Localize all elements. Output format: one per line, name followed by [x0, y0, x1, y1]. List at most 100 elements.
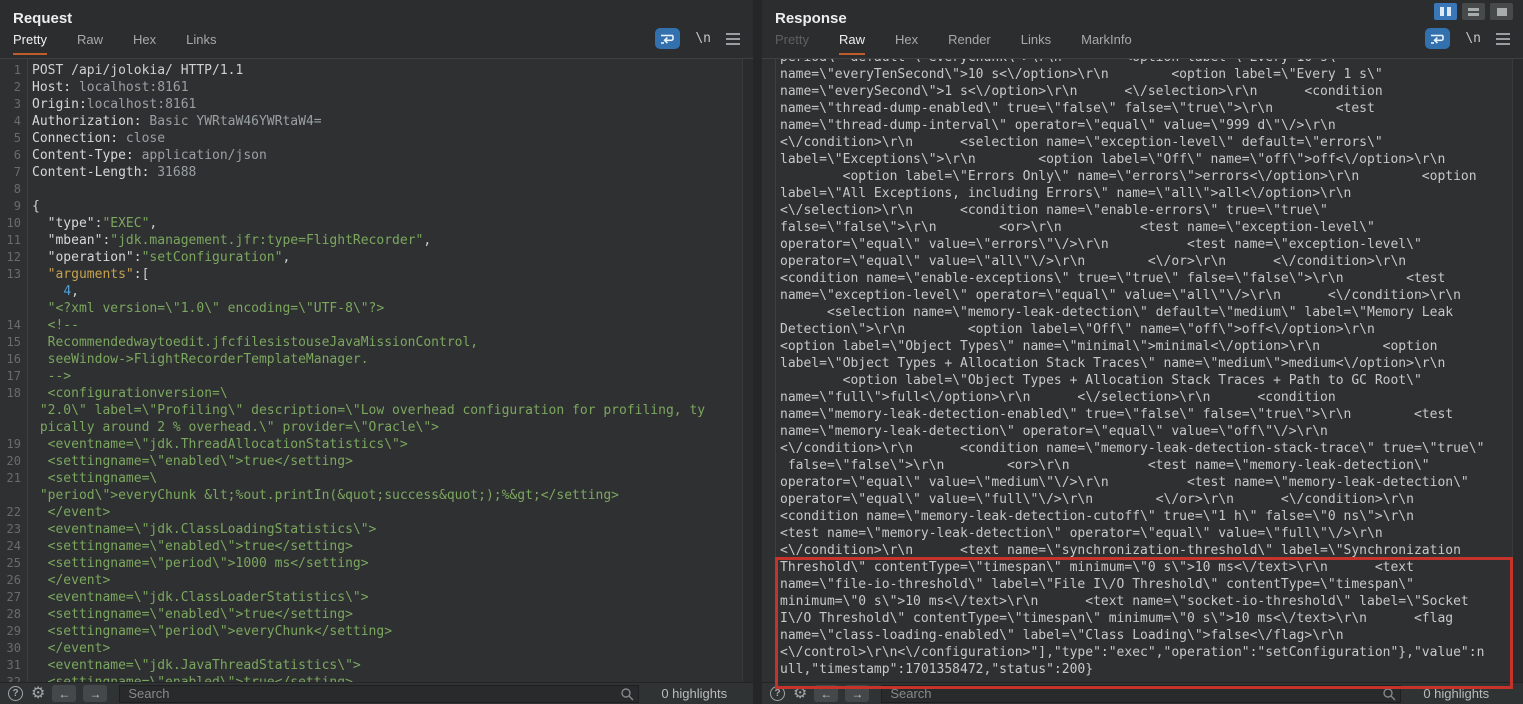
code-line: 11 "mbean":"jdk.management.jfr:type=Flig…	[0, 232, 741, 249]
response-scrollbar[interactable]	[1512, 59, 1523, 682]
tab-raw[interactable]: Raw	[839, 32, 865, 55]
response-title: Response	[775, 10, 847, 27]
previous-match-button[interactable]: ←	[52, 685, 76, 702]
line-number: 21	[0, 470, 27, 487]
code-line: "<?xml version=\"1.0\" encoding=\"UTF-8\…	[0, 300, 741, 317]
code-line: 19 <eventname=\"jdk.ThreadAllocationStat…	[0, 436, 741, 453]
code-text: name=\"thread-dump-interval\" operator=\…	[775, 117, 1336, 134]
line-number: 5	[0, 130, 27, 147]
show-newlines-button[interactable]: \n	[695, 31, 711, 46]
line-number	[762, 83, 775, 100]
code-text: <condition name=\"memory-leak-detection-…	[775, 508, 1414, 525]
layout-buttons	[1434, 3, 1513, 20]
line-number	[762, 134, 775, 151]
next-match-button[interactable]: →	[83, 685, 107, 702]
line-number	[762, 525, 775, 542]
line-number	[762, 542, 775, 559]
code-line: 5Connection: close	[0, 130, 741, 147]
code-text: Origin:localhost:8161	[27, 96, 196, 113]
tab-render[interactable]: Render	[948, 32, 991, 53]
line-number	[762, 559, 775, 576]
line-number: 14	[0, 317, 27, 334]
line-number: 6	[0, 147, 27, 164]
code-text: label=\"Object Types + Allocation Stack …	[775, 355, 1445, 372]
editor-menu-button[interactable]	[726, 33, 740, 45]
tab-hex[interactable]: Hex	[895, 32, 918, 53]
code-line: 27 <eventname=\"jdk.ClassLoaderStatistic…	[0, 589, 741, 606]
line-number	[762, 491, 775, 508]
line-number	[762, 236, 775, 253]
code-line: 10 "type":"EXEC",	[0, 215, 741, 232]
search-input[interactable]	[119, 685, 639, 703]
code-text: </event>	[27, 640, 110, 657]
search-field-wrap	[119, 685, 639, 703]
code-text: <settingname=\	[27, 470, 157, 487]
help-icon[interactable]: ?	[770, 686, 785, 701]
tab-pretty[interactable]: Pretty	[775, 32, 809, 53]
line-number: 3	[0, 96, 27, 113]
response-editor[interactable]: period\" default=\"everyChunk\">\r\n <op…	[762, 58, 1523, 682]
code-text: minimum=\"0 s\">10 ms<\/text>\r\n <text …	[775, 593, 1469, 610]
code-text: ull,"timestamp":1701358472,"status":200}	[775, 661, 1093, 678]
code-text: <eventname=\"jdk.ClassLoaderStatistics\"…	[27, 589, 369, 606]
columns-layout-button[interactable]	[1434, 3, 1457, 20]
code-line: 18 <configurationversion=\	[0, 385, 741, 402]
line-number	[762, 202, 775, 219]
code-text: name=\"everyTenSecond\">10 s<\/option>\r…	[775, 66, 1383, 83]
single-layout-button[interactable]	[1490, 3, 1513, 20]
tab-pretty[interactable]: Pretty	[13, 32, 47, 55]
wrap-toggle-button[interactable]	[655, 28, 680, 49]
code-text: seeWindow->FlightRecorderTemplateManager…	[27, 351, 369, 368]
code-line: 1POST /api/jolokia/ HTTP/1.1	[0, 62, 741, 79]
request-editor[interactable]: 1POST /api/jolokia/ HTTP/1.12Host: local…	[0, 58, 753, 682]
line-number: 1	[0, 62, 27, 79]
tab-links[interactable]: Links	[1021, 32, 1051, 53]
next-match-button[interactable]: →	[845, 685, 869, 702]
gear-icon[interactable]: ⚙	[31, 686, 45, 702]
code-line: operator=\"equal\" value=\"medium\"\/>\r…	[762, 474, 1511, 491]
request-scrollbar[interactable]	[742, 59, 753, 682]
line-number	[762, 644, 775, 661]
request-search-bar: ? ⚙ ← → 0 highlights	[0, 682, 753, 704]
rows-layout-button[interactable]	[1462, 3, 1485, 20]
code-line: 4Authorization: Basic YWRtaW46YWRtaW4=	[0, 113, 741, 130]
editor-menu-button[interactable]	[1496, 33, 1510, 45]
line-number	[762, 304, 775, 321]
gear-icon[interactable]: ⚙	[793, 686, 807, 702]
help-icon[interactable]: ?	[8, 686, 23, 701]
request-tabs: Pretty Raw Hex Links \n	[0, 32, 753, 58]
code-text: name=\"full\">full<\/option>\r\n <\/sele…	[775, 389, 1336, 406]
code-line: label=\"Object Types + Allocation Stack …	[762, 355, 1511, 372]
show-newlines-button[interactable]: \n	[1465, 31, 1481, 46]
wrap-toggle-button[interactable]	[1425, 28, 1450, 49]
code-text: <!--	[27, 317, 79, 334]
code-text: <\/control>\r\n<\/configuration>"],"type…	[775, 644, 1484, 661]
code-line: name=\"memory-leak-detection-enabled\" t…	[762, 406, 1511, 423]
code-line: 22 </event>	[0, 504, 741, 521]
search-icon	[1382, 687, 1396, 701]
line-number: 16	[0, 351, 27, 368]
code-text: name=\"memory-leak-detection\" operator=…	[775, 423, 1328, 440]
code-text: <settingname=\"enabled\">true</setting>	[27, 606, 353, 623]
tab-links[interactable]: Links	[186, 32, 216, 53]
code-line: <condition name=\"enable-exceptions\" tr…	[762, 270, 1511, 287]
line-number: 15	[0, 334, 27, 351]
code-text: name=\"class-loading-enabled\" label=\"C…	[775, 627, 1344, 644]
search-input[interactable]	[881, 685, 1401, 703]
tab-hex[interactable]: Hex	[133, 32, 156, 53]
code-line: 23 <eventname=\"jdk.ClassLoadingStatisti…	[0, 521, 741, 538]
code-line: 31 <eventname=\"jdk.JavaThreadStatistics…	[0, 657, 741, 674]
previous-match-button[interactable]: ←	[814, 685, 838, 702]
line-number	[762, 270, 775, 287]
tab-raw[interactable]: Raw	[77, 32, 103, 53]
code-line: 14 <!--	[0, 317, 741, 334]
highlights-count: 0 highlights	[661, 686, 727, 701]
code-text: period\" default=\"everyChunk\">\r\n <op…	[775, 58, 1344, 66]
line-number: 26	[0, 572, 27, 589]
code-text: Threshold\" contentType=\"timespan\" min…	[775, 559, 1414, 576]
request-panel: Request PrettyRawHexLinks \n 1POST /api/…	[0, 0, 753, 704]
code-line: 8	[0, 181, 741, 198]
code-text: POST /api/jolokia/ HTTP/1.1	[27, 62, 243, 79]
code-text: Host: localhost:8161	[27, 79, 189, 96]
tab-markinfo[interactable]: MarkInfo	[1081, 32, 1132, 53]
